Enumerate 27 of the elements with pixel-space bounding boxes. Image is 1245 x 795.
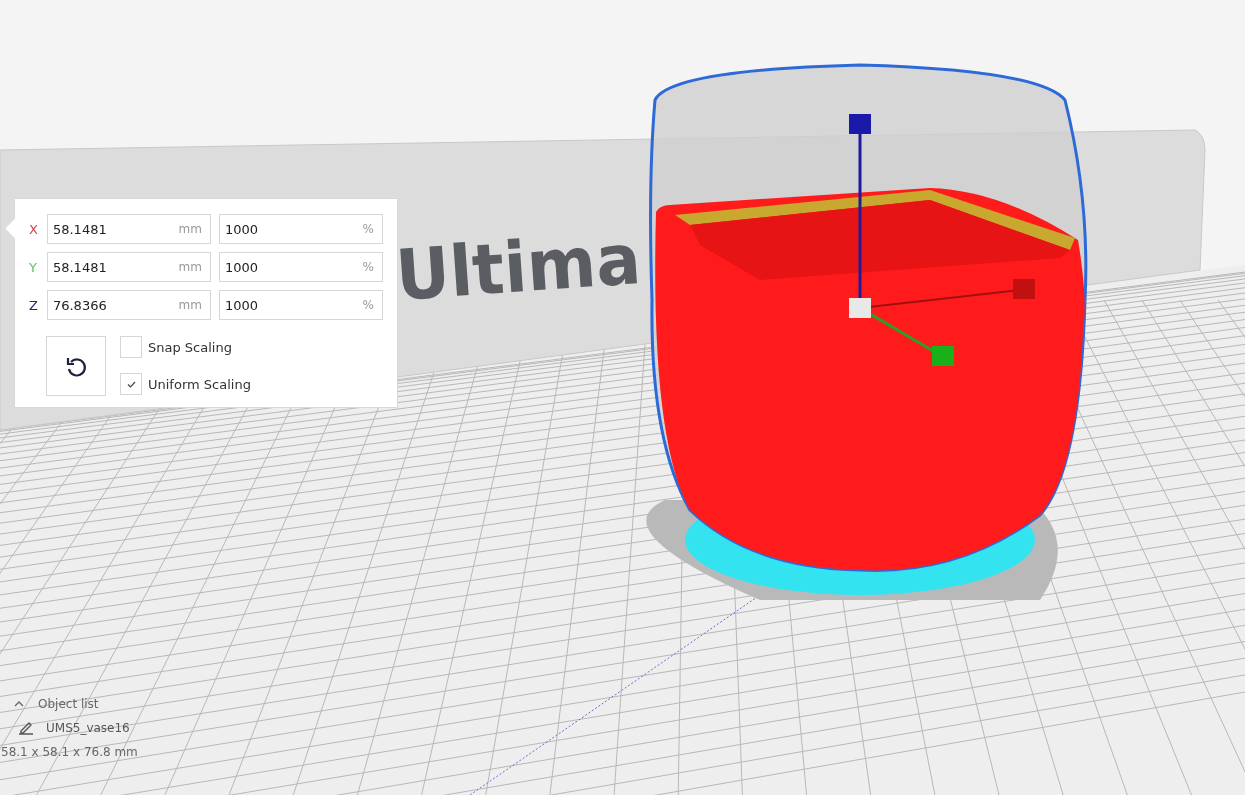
option-label: Uniform Scaling <box>148 376 251 392</box>
object-list-toggle[interactable]: Object list <box>14 697 138 711</box>
object-dimensions: 58.1 x 58.1 x 76.8 mm <box>1 745 138 759</box>
axis-label: X <box>29 221 39 237</box>
unit-label: % <box>362 260 374 274</box>
reset-button[interactable] <box>46 336 106 396</box>
unit-label: mm <box>178 260 202 274</box>
caret-icon <box>14 701 24 707</box>
unit-label: % <box>362 298 374 312</box>
unit-label: mm <box>178 298 202 312</box>
backplate-label: Ultima <box>393 217 657 317</box>
option-label: Snap Scaling <box>148 339 232 355</box>
percent-field[interactable]: 1000 % <box>218 290 383 320</box>
size-field[interactable]: 76.8366 mm <box>46 290 211 320</box>
percent-field[interactable]: 1000 % <box>218 252 383 282</box>
axis-label: Z <box>29 297 39 313</box>
size-field[interactable]: 58.1481 mm <box>46 252 211 282</box>
check-icon <box>126 380 136 388</box>
percent-field[interactable]: 1000 % <box>218 214 383 244</box>
unit-label: % <box>362 222 374 236</box>
size-field[interactable]: 58.1481 mm <box>46 214 211 244</box>
axis-label: Y <box>29 259 38 275</box>
pencil-icon[interactable] <box>18 721 34 735</box>
checkbox[interactable] <box>120 373 142 395</box>
object-name: UMS5_vase16 <box>46 721 130 735</box>
unit-label: mm <box>178 222 202 236</box>
checkbox[interactable] <box>120 336 142 358</box>
